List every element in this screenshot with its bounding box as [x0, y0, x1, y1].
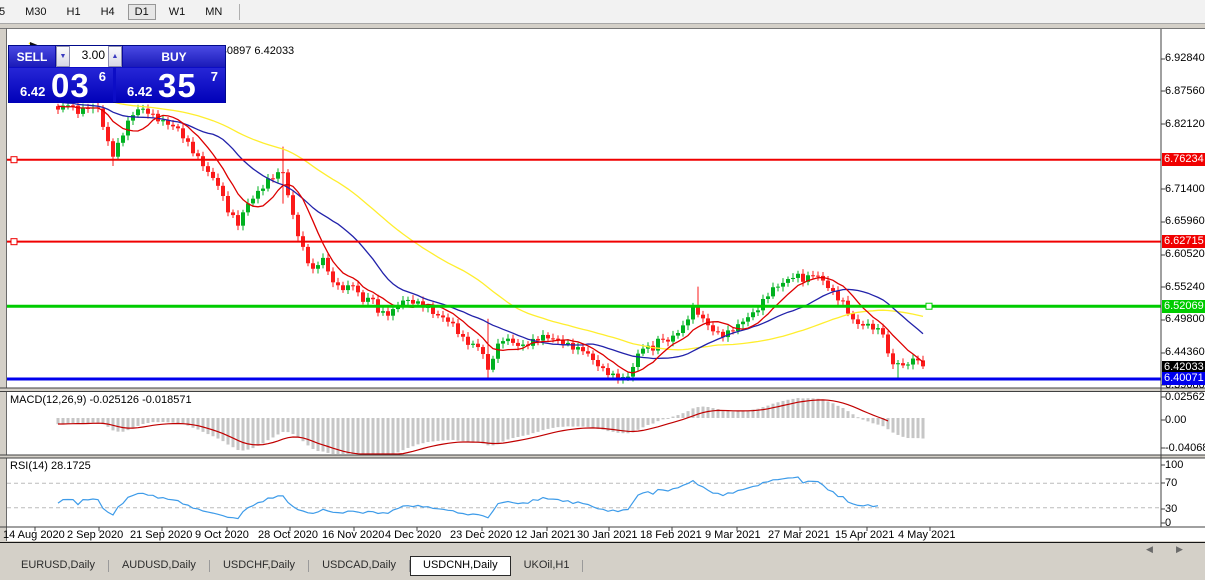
chart-tab-ukoil[interactable]: UKOil,H1	[511, 556, 583, 576]
date-label: 27 Mar 2021	[768, 529, 830, 541]
date-label: 14 Aug 2020	[3, 529, 65, 541]
date-label: 30 Jan 2021	[577, 529, 638, 541]
date-label: 9 Oct 2020	[195, 529, 249, 541]
price-axis-label: 6.65960	[1165, 215, 1205, 227]
rsi-label: RSI(14) 28.1725	[10, 460, 91, 472]
tab-scroll-left-icon[interactable]: ◀	[1146, 544, 1153, 555]
line-handle-marker	[926, 303, 932, 309]
indicator-axis-label: 70	[1165, 477, 1177, 489]
indicator-axis-label: 0.025623	[1165, 391, 1205, 403]
buy-price-big-digits: 35	[158, 67, 197, 105]
sell-button[interactable]: SELL	[9, 46, 56, 67]
price-axis-label: 6.82120	[1165, 118, 1205, 130]
date-label: 2 Sep 2020	[67, 529, 123, 541]
price-axis-label: 6.60520	[1165, 248, 1205, 260]
trading-terminal: 5M30H1H4D1W1MN USDCNH,Daily 6.40898 6.42…	[0, 0, 1205, 580]
date-label: 4 May 2021	[898, 529, 955, 541]
one-click-trading-panel: SELL ▼ 3.00 ▲ BUY 6.42 03 6 6.42 35 7	[8, 45, 226, 103]
price-axis-label: 6.55240	[1165, 281, 1205, 293]
price-axis-label: 6.71400	[1165, 183, 1205, 195]
price-axis-label: 6.87560	[1165, 85, 1205, 97]
date-label: 15 Apr 2021	[835, 529, 894, 541]
price-axis-label: 6.44360	[1165, 346, 1205, 358]
price-axis-tag: 6.76234	[1162, 153, 1205, 166]
tab-scroll-right-icon[interactable]: ▶	[1176, 544, 1183, 555]
price-axis-tag: 6.62715	[1162, 235, 1205, 248]
chart-tab-usdcad[interactable]: USDCAD,Daily	[309, 556, 409, 576]
tab-scroll-strip: ◀ ▶	[0, 542, 1205, 557]
volume-increase-button[interactable]: ▲	[108, 46, 122, 67]
date-label: 21 Sep 2020	[130, 529, 192, 541]
line-handle-marker	[11, 239, 17, 245]
indicator-axis-label: 30	[1165, 503, 1177, 515]
volume-decrease-button[interactable]: ▼	[56, 46, 70, 67]
date-label: 9 Mar 2021	[705, 529, 761, 541]
chart-tab-usdcnh[interactable]: USDCNH,Daily	[410, 556, 511, 576]
pane-splitter	[0, 388, 1205, 392]
price-axis-label: 6.92840	[1165, 52, 1205, 64]
line-handle-marker	[11, 157, 17, 163]
buy-price-prefix: 6.42	[127, 84, 152, 99]
sell-price-big-digits: 03	[51, 67, 90, 105]
indicator-axis-label: 100	[1165, 459, 1183, 471]
indicator-axis-label: -0.04068	[1165, 442, 1205, 454]
date-label: 16 Nov 2020	[322, 529, 384, 541]
sell-price-tile[interactable]: 6.42 03 6	[9, 68, 113, 103]
volume-input[interactable]: 3.00	[70, 46, 108, 67]
price-axis-label: 6.49800	[1165, 313, 1205, 325]
date-label: 12 Jan 2021	[515, 529, 576, 541]
indicator-axis-label: 0	[1165, 517, 1171, 529]
price-axis-tag: 6.40071	[1162, 372, 1205, 385]
sell-price-pip-digit: 6	[99, 69, 106, 84]
buy-price-pip-digit: 7	[211, 69, 218, 84]
buy-button[interactable]: BUY	[122, 46, 225, 67]
date-label: 28 Oct 2020	[258, 529, 318, 541]
chart-tab-usdchf[interactable]: USDCHF,Daily	[210, 556, 308, 576]
chart-tab-bar: EURUSD,DailyAUDUSD,DailyUSDCHF,DailyUSDC…	[0, 556, 1205, 580]
sell-price-prefix: 6.42	[20, 84, 45, 99]
chart-tab-audusd[interactable]: AUDUSD,Daily	[109, 556, 209, 576]
indicator-axis-label: 0.00	[1165, 414, 1186, 426]
date-label: 4 Dec 2020	[385, 529, 441, 541]
date-label: 18 Feb 2021	[640, 529, 702, 541]
tab-separator	[582, 560, 583, 572]
date-label: 23 Dec 2020	[450, 529, 512, 541]
chart-tab-eurusd[interactable]: EURUSD,Daily	[8, 556, 108, 576]
macd-label: MACD(12,26,9) -0.025126 -0.018571	[10, 394, 192, 406]
buy-price-tile[interactable]: 6.42 35 7	[116, 68, 225, 103]
price-axis-tag: 6.52069	[1162, 300, 1205, 313]
